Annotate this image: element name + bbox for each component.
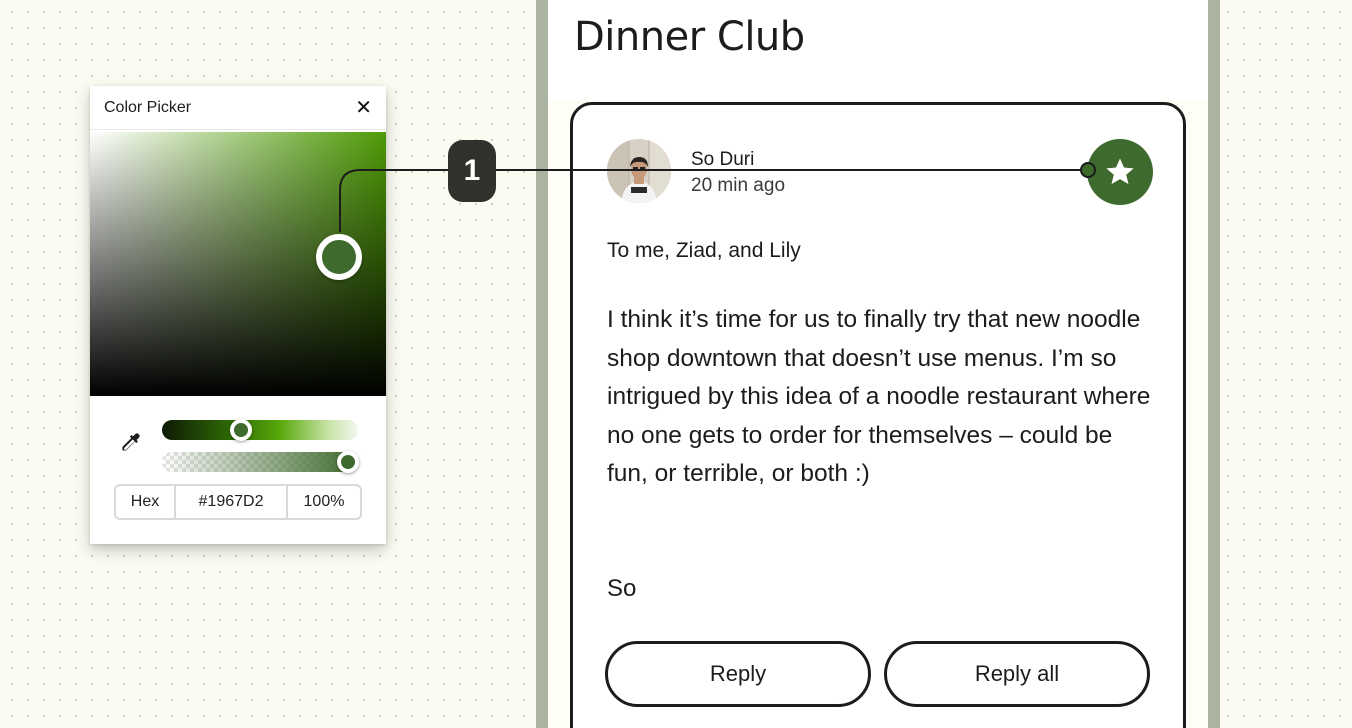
recipients-line: To me, Ziad, and Lily xyxy=(607,239,801,262)
reply-all-button[interactable]: Reply all xyxy=(884,641,1150,707)
avatar[interactable] xyxy=(607,139,671,203)
panel-left-rail xyxy=(536,0,548,728)
hex-input[interactable]: #1967D2 xyxy=(176,486,288,518)
panel-right-rail xyxy=(1208,0,1220,728)
email-subject: Dinner Club xyxy=(574,14,805,60)
hue-slider-thumb[interactable] xyxy=(229,419,252,441)
color-picker-dialog: Color Picker ✕ Hex #1967D2 100% xyxy=(90,86,386,544)
hue-slider[interactable] xyxy=(162,419,358,441)
color-picker-title: Color Picker xyxy=(104,98,192,116)
email-card: So Duri 20 min ago To me, Ziad, and Lily… xyxy=(570,102,1186,728)
sent-time: 20 min ago xyxy=(691,175,786,196)
sender-name[interactable]: So Duri xyxy=(691,149,754,171)
saturation-value-field[interactable] xyxy=(90,132,386,396)
star-button[interactable] xyxy=(1087,139,1153,205)
star-icon xyxy=(1106,158,1134,185)
color-picker-header: Color Picker ✕ xyxy=(90,86,386,130)
eyedropper-icon[interactable] xyxy=(116,430,144,458)
callout-badge: 1 xyxy=(448,140,496,202)
saturation-handle[interactable] xyxy=(316,234,362,280)
email-signoff: So xyxy=(607,575,637,602)
color-format-select[interactable]: Hex xyxy=(116,486,176,518)
reply-button[interactable]: Reply xyxy=(605,641,871,707)
avatar-photo xyxy=(607,139,671,203)
color-value-row: Hex #1967D2 100% xyxy=(114,484,362,520)
email-header: Dinner Club xyxy=(548,0,1208,100)
close-icon[interactable]: ✕ xyxy=(355,98,372,118)
opacity-slider[interactable] xyxy=(162,451,359,473)
opacity-input[interactable]: 100% xyxy=(288,486,360,518)
opacity-slider-thumb[interactable] xyxy=(337,451,359,473)
email-panel: Dinner Club So Duri 20 min ago To me, Zi… xyxy=(548,0,1208,728)
email-body: I think it’s time for us to finally try … xyxy=(607,306,1151,487)
